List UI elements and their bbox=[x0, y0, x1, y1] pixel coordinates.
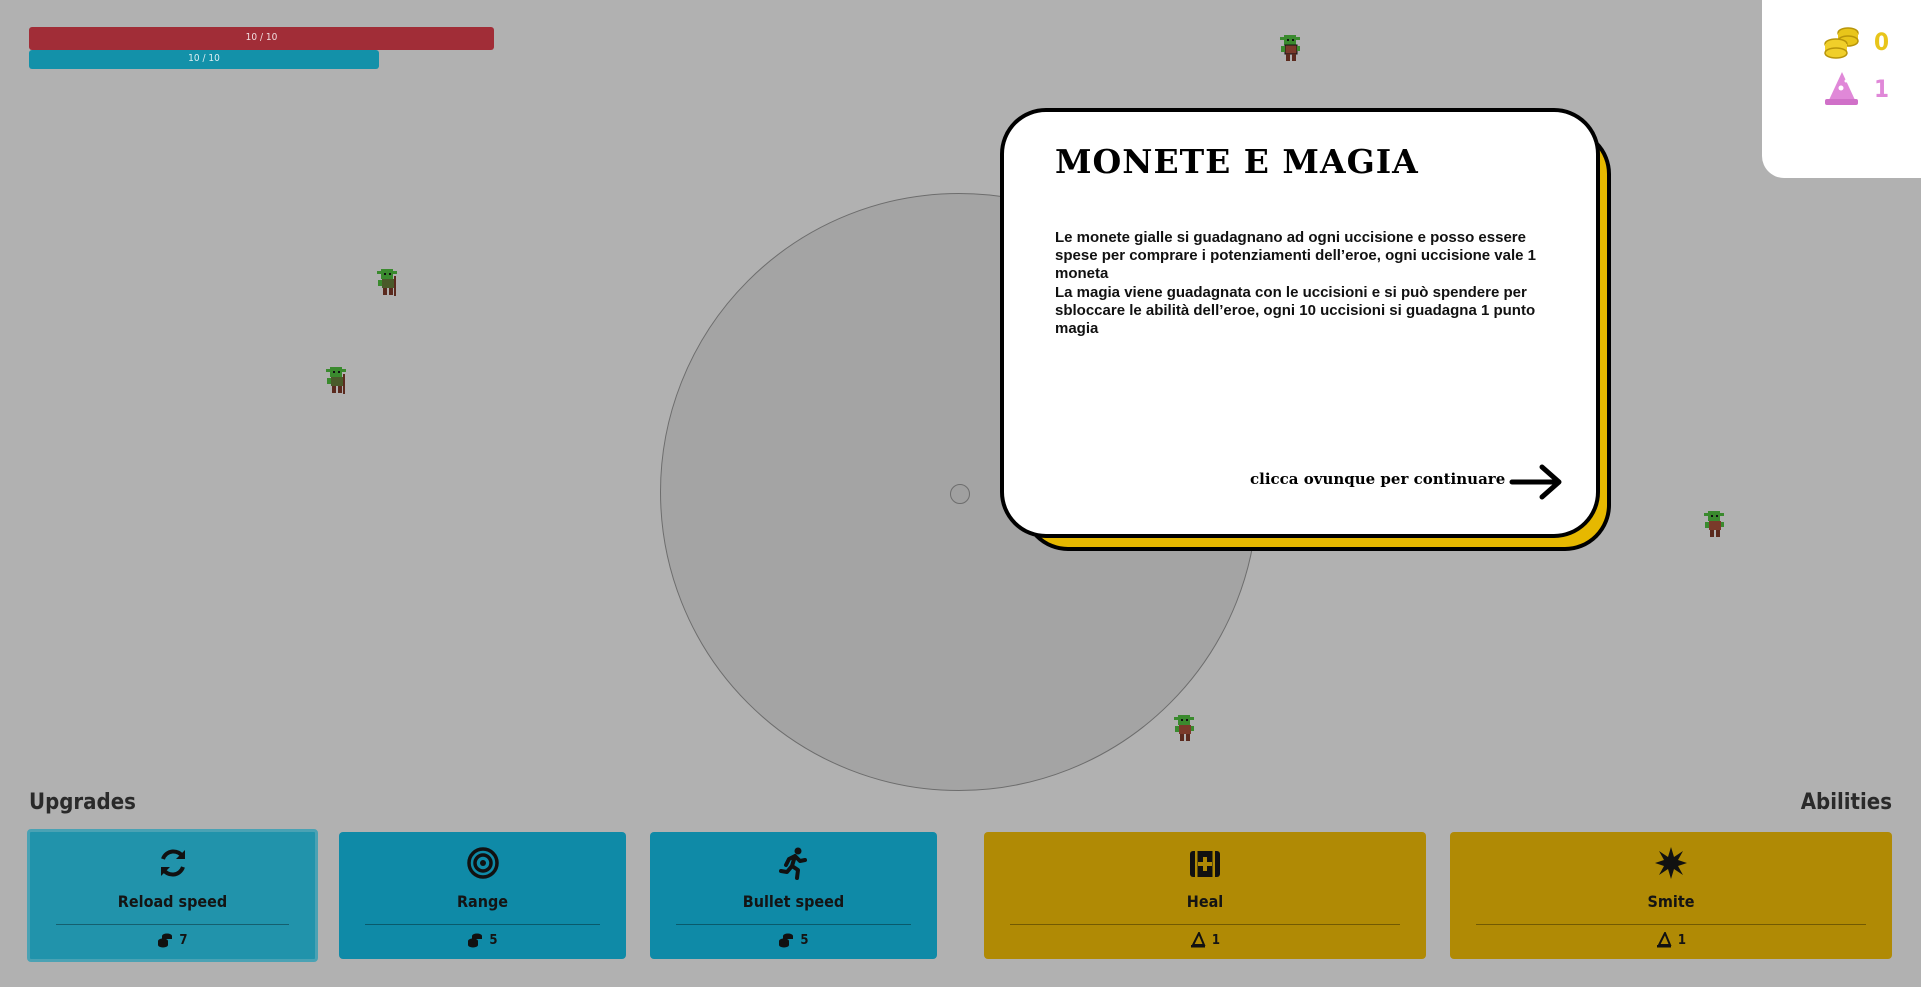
upgrade-label: Range bbox=[456, 892, 509, 911]
goblin-icon bbox=[1174, 715, 1194, 741]
upgrade-card-reload-speed[interactable]: Reload speed 7 bbox=[27, 829, 318, 962]
upgrade-cost-value: 7 bbox=[179, 932, 188, 948]
coins-icon bbox=[1824, 27, 1859, 59]
health-text: 10 / 10 bbox=[245, 32, 278, 43]
wizard-hat-icon bbox=[1190, 932, 1206, 948]
refresh-icon bbox=[160, 849, 185, 877]
upgrade-cost: 5 bbox=[650, 932, 937, 948]
running-icon bbox=[778, 847, 807, 880]
target-icon bbox=[466, 847, 499, 879]
magic-value: 1 bbox=[1874, 75, 1890, 103]
divider bbox=[1010, 924, 1400, 925]
divider bbox=[676, 924, 911, 925]
ability-card-smite[interactable]: Smite 1 bbox=[1450, 832, 1892, 959]
burst-icon bbox=[1655, 847, 1687, 879]
upgrade-card-range[interactable]: Range 5 bbox=[339, 832, 626, 959]
tutorial-title: MONETE E MAGIA bbox=[1055, 142, 1419, 181]
coins-icon bbox=[468, 933, 483, 948]
arrow-right-icon[interactable] bbox=[1508, 462, 1564, 502]
coins-value: 0 bbox=[1874, 28, 1890, 56]
upgrade-cost: 7 bbox=[30, 932, 315, 948]
continue-hint[interactable]: clicca ovunque per continuare bbox=[1250, 470, 1505, 488]
hero bbox=[950, 484, 970, 504]
ability-cost-value: 1 bbox=[1211, 932, 1221, 948]
ability-label: Heal bbox=[1186, 892, 1224, 911]
ability-cost-value: 1 bbox=[1677, 932, 1687, 948]
abilities-title: Abilities bbox=[1800, 790, 1892, 815]
wizard-hat-icon bbox=[1656, 932, 1672, 948]
upgrade-cost-value: 5 bbox=[489, 932, 498, 948]
goblin-icon bbox=[326, 367, 346, 394]
wizard-hat-icon bbox=[1825, 72, 1858, 105]
medkit-icon bbox=[1190, 851, 1220, 877]
magic-counter: 1 bbox=[1822, 70, 1889, 108]
mana-bar: 10 / 10 bbox=[29, 50, 379, 69]
tutorial-paragraph-coins: Le monete gialle si guadagnano ad ogni u… bbox=[1055, 229, 1536, 282]
tutorial-modal[interactable]: MONETE E MAGIA Le monete gialle si guada… bbox=[1000, 108, 1600, 538]
tutorial-paragraph-magic: La magia viene guadagnata con le uccisio… bbox=[1055, 284, 1536, 337]
coins-icon bbox=[158, 933, 173, 948]
mana-text: 10 / 10 bbox=[188, 53, 220, 64]
upgrade-label: Reload speed bbox=[117, 892, 228, 911]
goblin-icon bbox=[1280, 35, 1300, 61]
ability-cost: 1 bbox=[984, 932, 1426, 948]
upgrade-label: Bullet speed bbox=[742, 892, 845, 911]
ability-cost: 1 bbox=[1450, 932, 1892, 948]
divider bbox=[1476, 924, 1866, 925]
ability-label: Smite bbox=[1647, 892, 1695, 911]
ability-card-heal[interactable]: Heal 1 bbox=[984, 832, 1426, 959]
coins-counter: 0 bbox=[1822, 24, 1889, 60]
divider bbox=[365, 924, 600, 925]
upgrade-cost: 5 bbox=[339, 932, 626, 948]
resource-panel: 0 1 bbox=[1762, 0, 1921, 178]
upgrade-card-bullet-speed[interactable]: Bullet speed 5 bbox=[650, 832, 937, 959]
upgrade-cost-value: 5 bbox=[800, 932, 809, 948]
coins-icon bbox=[779, 933, 794, 948]
divider bbox=[56, 924, 289, 925]
upgrades-title: Upgrades bbox=[29, 790, 136, 815]
goblin-icon bbox=[377, 269, 397, 296]
goblin-icon bbox=[1704, 511, 1724, 537]
health-bar: 10 / 10 bbox=[29, 27, 494, 50]
